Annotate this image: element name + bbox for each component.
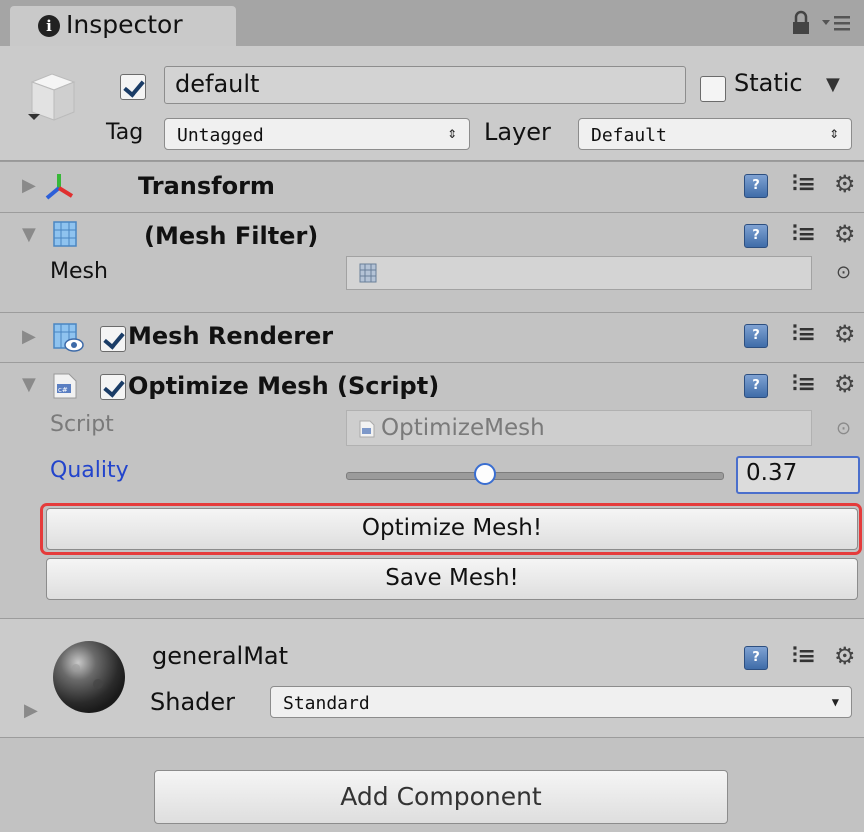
layer-value: Default (591, 125, 667, 146)
menu-icon[interactable] (822, 12, 852, 34)
transform-title: Transform (138, 172, 275, 200)
layer-label: Layer (484, 118, 551, 146)
script-label: Script (50, 412, 114, 437)
add-component-button[interactable]: Add Component (154, 770, 728, 824)
dropdown-arrow-icon: ▼ (831, 695, 839, 709)
lock-icon[interactable] (790, 10, 812, 36)
help-book-icon[interactable]: ? (744, 324, 768, 348)
tag-dropdown[interactable]: Untagged ⇕ (164, 118, 470, 150)
static-label: Static (734, 69, 803, 97)
expand-arrow-icon[interactable]: ▼ (22, 374, 36, 395)
gameobject-cube-icon (28, 73, 76, 121)
gear-icon[interactable]: ⚙ (834, 642, 856, 670)
gear-icon[interactable]: ⚙ (834, 370, 856, 398)
object-picker-icon: ⊙ (836, 418, 852, 439)
static-checkbox[interactable] (700, 76, 726, 102)
material-name: generalMat (152, 642, 289, 670)
mesh-label: Mesh (50, 259, 108, 284)
static-dropdown-arrow-icon[interactable]: ▼ (826, 74, 840, 95)
optimize-mesh-title: Optimize Mesh (Script) (128, 372, 440, 400)
material-section (0, 618, 864, 738)
preset-sliders-icon[interactable]: ⫶≡ (792, 372, 816, 397)
inspector-tab[interactable]: i Inspector (10, 6, 236, 46)
object-picker-icon[interactable]: ⊙ (836, 262, 851, 283)
preset-sliders-icon[interactable]: ⫶≡ (792, 222, 816, 247)
inspector-tab-bar: i Inspector (0, 0, 864, 46)
active-checkbox[interactable] (120, 74, 146, 100)
quality-slider-track[interactable] (346, 472, 724, 480)
collapse-arrow-icon[interactable]: ▶ (22, 326, 36, 347)
script-object-field: OptimizeMesh (346, 410, 812, 446)
mesh-grid-icon (53, 221, 77, 247)
help-book-icon[interactable]: ? (744, 174, 768, 198)
mesh-renderer-title: Mesh Renderer (128, 322, 334, 350)
mesh-renderer-icon (53, 323, 84, 352)
script-value: OptimizeMesh (381, 415, 545, 441)
inspector-tab-title: Inspector (66, 10, 183, 39)
object-name-field[interactable]: default (164, 66, 686, 104)
shader-dropdown[interactable]: Standard ▼ (270, 686, 852, 718)
quality-value: 0.37 (746, 460, 798, 486)
tag-label: Tag (106, 120, 144, 145)
material-sphere-icon (53, 641, 125, 713)
collapse-arrow-icon[interactable]: ▶ (24, 700, 38, 721)
transform-header[interactable] (0, 161, 864, 213)
csharp-script-icon (359, 420, 375, 438)
transform-axis-icon (45, 174, 74, 200)
mesh-object-field[interactable] (346, 256, 812, 290)
svg-text:c#: c# (58, 386, 68, 394)
tag-value: Untagged (177, 125, 264, 146)
preset-sliders-icon[interactable]: ⫶≡ (792, 644, 816, 669)
layer-dropdown[interactable]: Default ⇕ (578, 118, 852, 150)
preset-sliders-icon[interactable]: ⫶≡ (792, 172, 816, 197)
help-book-icon[interactable]: ? (744, 224, 768, 248)
highlight-box (40, 503, 862, 555)
optimize-mesh-enabled-checkbox[interactable] (100, 374, 126, 400)
gear-icon[interactable]: ⚙ (834, 220, 856, 248)
quality-label: Quality (50, 458, 129, 483)
mesh-filter-title: (Mesh Filter) (144, 222, 319, 250)
preset-sliders-icon[interactable]: ⫶≡ (792, 322, 816, 347)
mesh-grid-icon (359, 263, 377, 283)
save-mesh-button[interactable]: Save Mesh! (46, 558, 858, 600)
help-book-icon[interactable]: ? (744, 374, 768, 398)
expand-arrow-icon[interactable]: ▼ (22, 224, 36, 245)
shader-label: Shader (150, 688, 236, 716)
csharp-script-icon: c# (53, 373, 77, 399)
collapse-arrow-icon[interactable]: ▶ (22, 175, 36, 196)
updown-arrow-icon: ⇕ (829, 123, 839, 142)
quality-slider-thumb[interactable] (474, 463, 497, 485)
gear-icon[interactable]: ⚙ (834, 170, 856, 198)
shader-value: Standard (283, 693, 370, 714)
object-name-value: default (175, 70, 260, 98)
quality-input[interactable]: 0.37 (736, 456, 860, 494)
gear-icon[interactable]: ⚙ (834, 320, 856, 348)
mesh-renderer-enabled-checkbox[interactable] (100, 326, 126, 352)
updown-arrow-icon: ⇕ (447, 123, 457, 142)
help-book-icon[interactable]: ? (744, 646, 768, 670)
info-icon: i (38, 15, 60, 37)
